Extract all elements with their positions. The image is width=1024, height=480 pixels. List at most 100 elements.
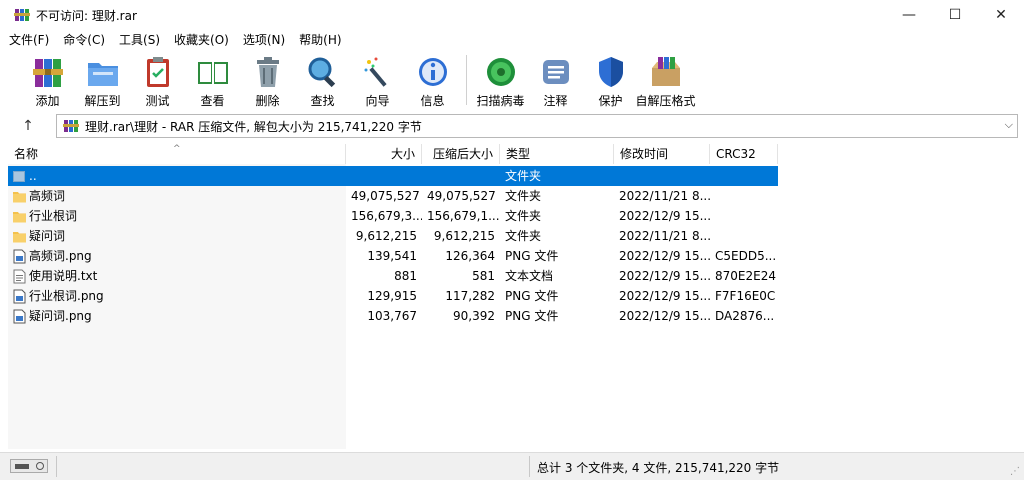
protect-button[interactable]: 保护 [583, 51, 638, 109]
cell-crc: C5EDD5... [715, 249, 777, 263]
cell-name: 高频词 [8, 186, 346, 206]
file-name: 高频词 [29, 189, 66, 203]
menu-commands[interactable]: 命令(C) [58, 30, 110, 50]
cell-name: 疑问词 [8, 226, 346, 246]
cell-type: PNG 文件 [505, 289, 559, 303]
table-row[interactable]: 使用说明.txt 881 581 文本文档 2022/12/9 15... 870E2E2… [8, 266, 778, 286]
file-name: .. [29, 169, 37, 183]
table-row[interactable]: .. 文件夹 [8, 166, 778, 186]
cell-packed-size: 49,075,527 [427, 189, 496, 203]
add-label: 添加 [35, 94, 60, 108]
cell-modified: 2022/12/9 15... [619, 309, 710, 323]
cell-name: 行业根词.png [8, 286, 346, 306]
window-title: 不可访问: 理财.rar [36, 8, 137, 23]
menu-help[interactable]: 帮助(H) [294, 30, 346, 50]
table-row[interactable]: 行业根词 156,679,3... 156,679,1... 文件夹 2022/12/9… [8, 206, 778, 226]
info-icon [418, 58, 447, 86]
virus-scan-label: 扫描病毒 [476, 94, 525, 108]
table-row[interactable]: 疑问词.png 103,767 90,392 PNG 文件 2022/12/9 15..… [8, 306, 778, 326]
toolbar: 添加 解压到 测试 查看 删除 查找 向导 信息 扫描病毒 注释 保护 自解压格… [0, 51, 1024, 111]
delete-button[interactable]: 删除 [240, 51, 295, 109]
virus-scan-button[interactable]: 扫描病毒 [473, 51, 528, 109]
close-button[interactable]: ✕ [978, 0, 1024, 30]
address-bar[interactable]: 理财.rar\理财 - RAR 压缩文件, 解包大小为 215,741,220 … [56, 114, 1018, 138]
cell-modified: 2022/12/9 15... [619, 269, 710, 283]
wizard-label: 向导 [365, 94, 390, 108]
status-divider [529, 456, 530, 477]
cell-packed-size: 156,679,1... [427, 209, 500, 223]
cell-size: 103,767 [367, 309, 417, 323]
table-row[interactable]: 高频词 49,075,527 49,075,527 文件夹 2022/11/21 8..… [8, 186, 778, 206]
resize-grip-icon[interactable]: ⋰ [1010, 466, 1020, 477]
comment-button[interactable]: 注释 [528, 51, 583, 109]
comment-icon [542, 60, 569, 84]
cell-packed-size: 90,392 [453, 309, 495, 323]
menu-bar: 文件(F) 命令(C) 工具(S) 收藏夹(O) 选项(N) 帮助(H) [0, 30, 1024, 50]
menu-file[interactable]: 文件(F) [4, 30, 54, 50]
file-list[interactable]: 名称 ^ 大小 压缩后大小 类型 修改时间 CRC32 .. 文件夹 高频词 49,0… [8, 144, 1018, 449]
cell-packed-size [422, 166, 500, 186]
info-button[interactable]: 信息 [405, 51, 460, 109]
cell-type: 文件夹 [505, 189, 542, 203]
cell-modified: 2022/11/21 8... [619, 229, 710, 243]
table-row[interactable]: 行业根词.png 129,915 117,282 PNG 文件 2022/12/9 15… [8, 286, 778, 306]
sfx-button[interactable]: 自解压格式 [635, 51, 696, 109]
folder-icon [13, 229, 29, 244]
drive-icon[interactable] [10, 459, 48, 473]
extract-to-button[interactable]: 解压到 [75, 51, 130, 109]
table-row[interactable]: 疑问词 9,612,215 9,612,215 文件夹 2022/11/21 8... [8, 226, 778, 246]
delete-label: 删除 [255, 94, 280, 108]
cell-size: 49,075,527 [351, 189, 420, 203]
column-header-name-label: 名称 [14, 147, 39, 161]
cell-type: 文件夹 [505, 229, 542, 243]
minimize-button[interactable]: — [886, 0, 932, 30]
table-row[interactable]: 高频词.png 139,541 126,364 PNG 文件 2022/12/9 15.… [8, 246, 778, 266]
column-header-type[interactable]: 类型 [500, 144, 614, 164]
find-button[interactable]: 查找 [295, 51, 350, 109]
file-name: 使用说明.txt [29, 269, 98, 283]
file-rows: .. 文件夹 高频词 49,075,527 49,075,527 文件夹 2022/11/2… [8, 166, 778, 326]
chevron-down-icon[interactable]: ⌵ [1005, 118, 1013, 132]
folder-icon [13, 209, 29, 224]
maximize-button[interactable]: ☐ [932, 0, 978, 30]
view-button[interactable]: 查看 [185, 51, 240, 109]
info-label: 信息 [420, 94, 445, 108]
list-header: 名称 ^ 大小 压缩后大小 类型 修改时间 CRC32 [8, 144, 778, 164]
extract-folder-icon [87, 63, 118, 86]
cell-type: 文本文档 [505, 269, 554, 283]
status-divider [56, 456, 57, 477]
file-name: 疑问词.png [29, 309, 92, 323]
sfx-label: 自解压格式 [635, 94, 696, 108]
image-file-icon [13, 309, 29, 324]
wizard-button[interactable]: 向导 [350, 51, 405, 109]
test-button[interactable]: 测试 [130, 51, 185, 109]
menu-favorites[interactable]: 收藏夹(O) [169, 30, 234, 50]
winrar-app-icon[interactable] [14, 7, 30, 23]
address-row: ↑ 理财.rar\理财 - RAR 压缩文件, 解包大小为 215,741,22… [0, 114, 1024, 138]
trash-icon [256, 57, 279, 87]
column-header-crc[interactable]: CRC32 [710, 144, 778, 164]
status-bar: 总计 3 个文件夹, 4 文件, 215,741,220 字节 ⋰ [0, 452, 1024, 480]
find-label: 查找 [310, 94, 335, 108]
column-header-name[interactable]: 名称 ^ [8, 144, 346, 164]
cell-size: 139,541 [367, 249, 417, 263]
cell-crc [710, 206, 778, 226]
cell-packed-size: 126,364 [445, 249, 495, 263]
column-header-modified[interactable]: 修改时间 [614, 144, 710, 164]
cell-modified [614, 166, 710, 186]
comment-label: 注释 [543, 94, 568, 108]
menu-options[interactable]: 选项(N) [238, 30, 290, 50]
add-button[interactable]: 添加 [20, 51, 75, 109]
cell-name: 行业根词 [8, 206, 346, 226]
clipboard-check-icon [146, 57, 169, 87]
protect-label: 保护 [598, 94, 623, 108]
column-header-size[interactable]: 大小 [346, 144, 422, 164]
sfx-box-icon [651, 57, 680, 86]
column-header-packed[interactable]: 压缩后大小 [422, 144, 500, 164]
menu-tools[interactable]: 工具(S) [114, 30, 165, 50]
virus-scan-icon [486, 58, 515, 86]
extract-to-label: 解压到 [84, 94, 121, 108]
up-button[interactable]: ↑ [10, 114, 46, 138]
cell-type: 文件夹 [505, 169, 542, 183]
cell-crc [710, 226, 778, 246]
